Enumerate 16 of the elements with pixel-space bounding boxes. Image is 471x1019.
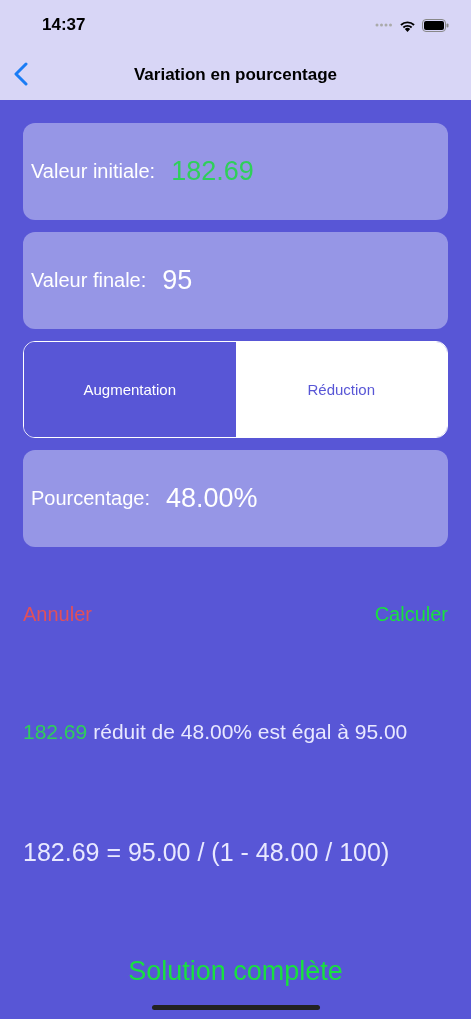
calculate-button[interactable]: Calculer — [374, 603, 448, 626]
signal-icon — [375, 23, 393, 27]
percentage-value: 48.00% — [166, 483, 258, 514]
segment-tab[interactable]: Réduction — [235, 342, 447, 437]
wifi-icon — [399, 18, 416, 32]
status-time: 14:37 — [42, 15, 86, 35]
solution-button[interactable]: Solution complète — [122, 955, 349, 988]
field-label: Valeur initiale: — [31, 160, 156, 183]
battery-icon — [422, 18, 449, 32]
input-field[interactable]: 95 — [162, 265, 363, 296]
result-value: 182.69 — [23, 720, 88, 744]
formula-text: 182.69 = 95.00 / (1 - 48.00 / 100) — [23, 838, 391, 867]
result-text: réduit de 48.00% est égal à 95.00 — [93, 720, 408, 744]
screen-title: Variation en pourcentage — [133, 65, 338, 85]
field-label: Valeur finale: — [31, 269, 147, 292]
field-label: Pourcentage: — [31, 487, 150, 510]
